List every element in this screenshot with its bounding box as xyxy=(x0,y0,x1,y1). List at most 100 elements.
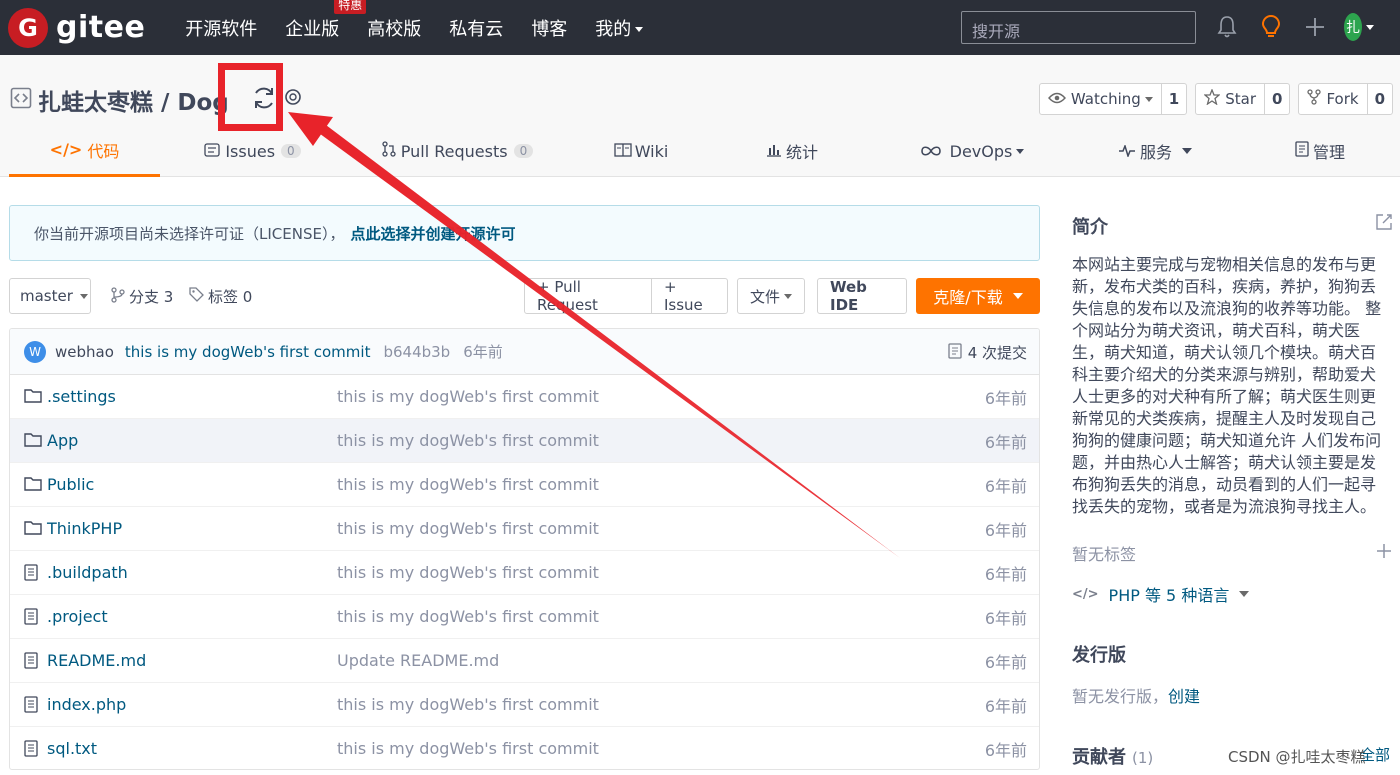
new-issue-button[interactable]: + Issue xyxy=(651,278,728,314)
branches-label: 分支 3 xyxy=(129,286,173,307)
file-row[interactable]: .settings this is my dogWeb's first commi… xyxy=(10,375,1039,419)
chevron-down-icon xyxy=(80,294,88,299)
file-row[interactable]: ThinkPHP this is my dogWeb's first commit… xyxy=(10,507,1039,551)
contributors-title: 贡献者 xyxy=(1072,743,1126,769)
edit-icon[interactable] xyxy=(1375,213,1393,235)
file-name-link[interactable]: README.md xyxy=(47,651,146,670)
web-ide-button[interactable]: Web IDE xyxy=(817,278,907,314)
languages-label: PHP 等 5 种语言 xyxy=(1109,582,1230,606)
nav-mine[interactable]: 我的 xyxy=(595,15,643,41)
file-commit-message[interactable]: this is my dogWeb's first commit xyxy=(337,431,599,450)
file-commit-time: 6年前 xyxy=(985,517,1027,541)
file-commit-message[interactable]: this is my dogWeb's first commit xyxy=(337,607,599,626)
clone-download-button[interactable]: 克隆/下载 xyxy=(916,278,1040,314)
watch-count[interactable]: 1 xyxy=(1162,84,1186,114)
chevron-down-icon xyxy=(1366,25,1374,30)
avatar[interactable]: W xyxy=(24,341,46,363)
nav-mine-label: 我的 xyxy=(595,19,631,40)
eye-icon xyxy=(1048,90,1066,108)
file-name-link[interactable]: sql.txt xyxy=(47,739,97,758)
folder-icon xyxy=(24,476,42,496)
commit-author[interactable]: webhao xyxy=(55,343,114,361)
no-release-label: 暂无发行版， xyxy=(1072,687,1168,706)
file-commit-message[interactable]: this is my dogWeb's first commit xyxy=(337,387,599,406)
file-menu-button[interactable]: 文件 xyxy=(737,278,805,314)
gitee-logo[interactable]: G gitee xyxy=(8,0,145,55)
plus-icon[interactable] xyxy=(1300,12,1330,42)
chevron-down-icon xyxy=(1016,149,1024,154)
file-row[interactable]: .buildpath this is my dogWeb's first comm… xyxy=(10,551,1039,595)
nav-education[interactable]: 高校版 xyxy=(367,15,421,41)
nav-blog[interactable]: 博客 xyxy=(531,15,567,41)
file-row[interactable]: sql.txtthis is my dogWeb's first commit6… xyxy=(10,727,1039,770)
repo-tabs: </>代码 Issues0 Pull Requests0 Wiki 统计 Dev… xyxy=(0,125,1400,177)
commit-count: 4 次提交 xyxy=(968,342,1027,363)
nav-private-cloud[interactable]: 私有云 xyxy=(449,15,503,41)
file-commit-message[interactable]: this is my dogWeb's first commit xyxy=(337,563,599,582)
fork-count[interactable]: 0 xyxy=(1368,84,1392,114)
commit-count-link[interactable]: 4 次提交 xyxy=(948,342,1027,363)
branch-select[interactable]: master xyxy=(9,278,91,314)
code-icon: </> xyxy=(50,140,83,159)
tag-icon xyxy=(189,287,204,306)
nav-enterprise[interactable]: 企业版特惠 xyxy=(285,15,339,41)
file-commit-message[interactable]: this is my dogWeb's first commit xyxy=(337,519,599,538)
tab-manage[interactable]: 管理 xyxy=(1285,125,1355,177)
file-name-link[interactable]: Public xyxy=(47,475,94,494)
file-name-link[interactable]: .project xyxy=(47,607,108,626)
chevron-down-icon xyxy=(1013,293,1023,299)
repo-name[interactable]: 扎蛙太枣糕 / Dog xyxy=(38,83,229,117)
top-navbar: G gitee 开源软件 企业版特惠 高校版 私有云 博客 我的 搜开源 扎 xyxy=(0,0,1400,55)
tab-pull-requests[interactable]: Pull Requests0 xyxy=(380,125,535,177)
repo-description: 本网站主要完成与宠物相关信息的发布与更新，发布犬类的百科，疾病，养护，狗狗丢失信… xyxy=(1072,254,1390,518)
tags-link[interactable]: 标签 0 xyxy=(189,286,252,307)
lightbulb-icon[interactable] xyxy=(1256,12,1286,42)
pull-request-icon xyxy=(382,141,396,161)
file-commit-message[interactable]: this is my dogWeb's first commit xyxy=(337,739,599,758)
tab-devops-label: DevOps xyxy=(950,142,1013,161)
file-commit-message[interactable]: Update README.md xyxy=(337,651,499,670)
commit-message[interactable]: this is my dogWeb's first commit xyxy=(125,343,371,361)
file-name-link[interactable]: index.php xyxy=(47,695,126,714)
file-row[interactable]: README.mdUpdate README.md6年前 xyxy=(10,639,1039,683)
document-icon xyxy=(1295,141,1309,161)
file-row[interactable]: Appthis is my dogWeb's first commit6年前 xyxy=(10,419,1039,463)
file-row[interactable]: index.php this is my dogWeb's first commi… xyxy=(10,683,1039,727)
search-input[interactable]: 搜开源 xyxy=(961,11,1196,44)
watch-button[interactable]: Watching 1 xyxy=(1039,83,1187,115)
bell-icon[interactable] xyxy=(1212,12,1242,42)
nav-enterprise-label: 企业版 xyxy=(285,19,339,40)
file-row[interactable]: Publicthis is my dogWeb's first commit6年… xyxy=(10,463,1039,507)
chevron-down-icon xyxy=(635,27,643,32)
watermark: CSDN @扎哇太枣糕 xyxy=(1228,746,1366,767)
license-text: 你当前开源项目尚未选择许可证（LICENSE）， xyxy=(34,223,344,244)
nav-open-source[interactable]: 开源软件 xyxy=(185,15,257,41)
tab-devops[interactable]: DevOps xyxy=(912,125,1032,177)
tab-services[interactable]: 服务 xyxy=(1110,125,1200,177)
badge-icon[interactable] xyxy=(283,88,303,112)
tab-code[interactable]: </>代码 xyxy=(9,125,160,177)
file-name-link[interactable]: App xyxy=(47,431,78,450)
license-link[interactable]: 点此选择并创建开源许可 xyxy=(350,223,515,244)
file-name-link[interactable]: .settings xyxy=(47,387,116,406)
tab-issues[interactable]: Issues0 xyxy=(195,125,310,177)
create-release-link[interactable]: 创建 xyxy=(1168,687,1200,706)
file-commit-message[interactable]: this is my dogWeb's first commit xyxy=(337,695,599,714)
folder-icon xyxy=(24,520,42,540)
star-button[interactable]: Star 0 xyxy=(1195,83,1290,115)
tab-stats[interactable]: 统计 xyxy=(756,125,828,177)
commit-hash[interactable]: b644b3b xyxy=(383,343,450,361)
file-name-link[interactable]: .buildpath xyxy=(47,563,128,582)
file-commit-message[interactable]: this is my dogWeb's first commit xyxy=(337,475,599,494)
file-name-link[interactable]: ThinkPHP xyxy=(47,519,122,538)
add-tag-icon[interactable] xyxy=(1376,543,1392,563)
fork-icon xyxy=(1307,89,1321,109)
new-pull-request-button[interactable]: + Pull Request xyxy=(524,278,652,314)
user-avatar[interactable]: 扎 xyxy=(1344,12,1374,42)
branches-link[interactable]: 分支 3 xyxy=(111,286,173,307)
file-row[interactable]: .project this is my dogWeb's first commit… xyxy=(10,595,1039,639)
star-count[interactable]: 0 xyxy=(1265,84,1289,114)
languages-link[interactable]: </>PHP 等 5 种语言 xyxy=(1072,582,1249,606)
tab-wiki[interactable]: Wiki xyxy=(605,125,677,177)
fork-button[interactable]: Fork 0 xyxy=(1298,83,1393,115)
